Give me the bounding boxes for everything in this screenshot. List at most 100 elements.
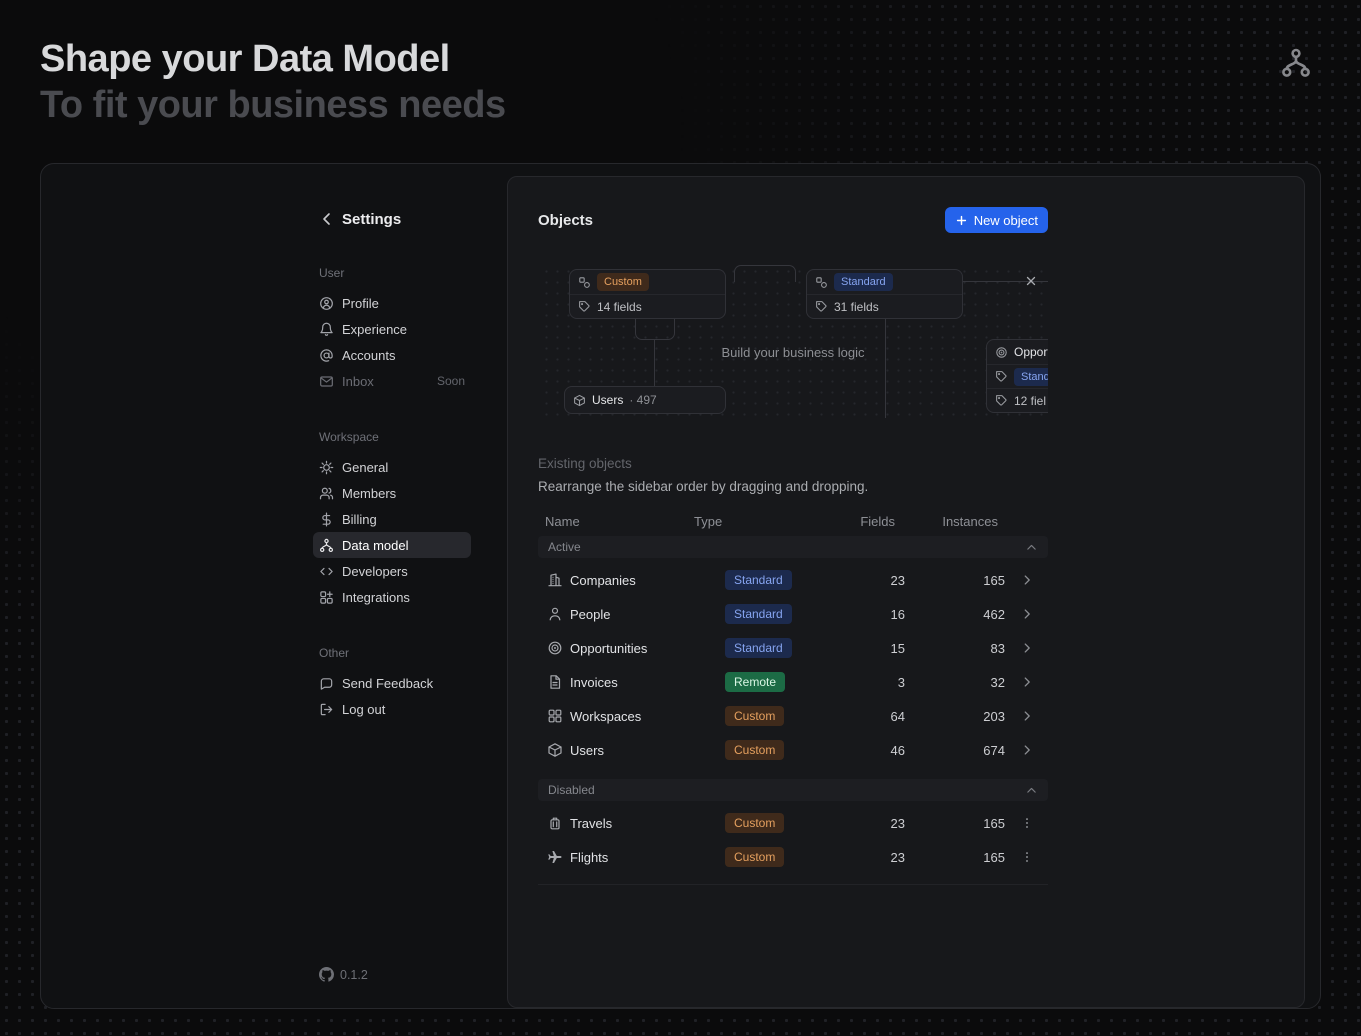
sidebar-item-accounts[interactable]: Accounts xyxy=(313,342,471,368)
shapes-icon xyxy=(578,276,591,289)
instances-value: 165 xyxy=(905,573,1005,588)
chevron-right-icon[interactable] xyxy=(1020,641,1034,655)
fields-value: 23 xyxy=(845,573,905,588)
canvas-node-standard[interactable]: Standard 31 fields xyxy=(806,269,963,319)
sidebar-item-label: Experience xyxy=(342,322,407,337)
soon-badge: Soon xyxy=(437,374,465,388)
page-headline: Shape your Data Model To fit your busine… xyxy=(40,36,506,128)
column-type: Type xyxy=(694,514,835,529)
fields-value: 3 xyxy=(845,675,905,690)
sidebar-item-members[interactable]: Members xyxy=(313,480,471,506)
object-name: Companies xyxy=(570,573,725,588)
sidebar-item-experience[interactable]: Experience xyxy=(313,316,471,342)
settings-sidebar: Settings User Profile Experience Account… xyxy=(313,208,471,722)
box-icon xyxy=(547,742,563,758)
sidebar-item-send-feedback[interactable]: Send Feedback xyxy=(313,670,471,696)
type-badge: Standard xyxy=(725,638,792,658)
hierarchy-icon xyxy=(319,538,334,553)
objects-panel: Objects New object xyxy=(507,176,1305,1008)
sidebar-item-label: Data model xyxy=(342,538,408,553)
settings-back-button[interactable]: Settings xyxy=(313,208,471,230)
column-instances: Instances xyxy=(895,514,998,529)
sidebar-item-label: Members xyxy=(342,486,396,501)
canvas-node-custom[interactable]: Custom 14 fields xyxy=(569,269,726,319)
node-label: Opportu xyxy=(1014,345,1048,359)
sidebar-item-billing[interactable]: Billing xyxy=(313,506,471,532)
mail-icon xyxy=(319,374,334,389)
instances-value: 83 xyxy=(905,641,1005,656)
sidebar-item-general[interactable]: General xyxy=(313,454,471,480)
sidebar-item-label: Send Feedback xyxy=(342,676,433,691)
fields-value: 64 xyxy=(845,709,905,724)
instances-value: 165 xyxy=(905,816,1005,831)
group-label: Disabled xyxy=(548,783,595,797)
sidebar-item-data-model[interactable]: Data model xyxy=(313,532,471,558)
canvas-caption: Build your business logic xyxy=(538,345,1048,360)
apps-icon xyxy=(319,590,334,605)
sidebar-item-profile[interactable]: Profile xyxy=(313,290,471,316)
chevron-right-icon[interactable] xyxy=(1020,709,1034,723)
existing-objects-subtitle: Rearrange the sidebar order by dragging … xyxy=(538,479,1048,494)
section-label-user: User xyxy=(319,266,471,280)
table-row-workspaces[interactable]: Workspaces Custom 64 203 xyxy=(538,699,1048,733)
sidebar-item-label: Profile xyxy=(342,296,379,311)
file-icon xyxy=(547,674,563,690)
table-bottom-divider xyxy=(538,884,1048,885)
settings-window: Settings User Profile Experience Account… xyxy=(40,163,1321,1009)
kebab-menu-icon[interactable] xyxy=(1020,816,1034,830)
table-row-flights[interactable]: Flights Custom 23 165 xyxy=(538,840,1048,874)
fields-count: 31 fields xyxy=(834,300,879,314)
table-row-travels[interactable]: Travels Custom 23 165 xyxy=(538,806,1048,840)
connector-line xyxy=(885,319,886,418)
sidebar-item-developers[interactable]: Developers xyxy=(313,558,471,584)
page-title: Objects xyxy=(538,212,593,229)
canvas-node-opportunities[interactable]: Opportu Stand 12 fiel xyxy=(986,339,1048,413)
chevron-right-icon[interactable] xyxy=(1020,607,1034,621)
tag-icon xyxy=(578,300,591,313)
group-header-active[interactable]: Active xyxy=(538,536,1048,558)
sidebar-item-label: Integrations xyxy=(342,590,410,605)
table-row-invoices[interactable]: Invoices Remote 3 32 xyxy=(538,665,1048,699)
app-version[interactable]: 0.1.2 xyxy=(319,967,368,982)
type-badge: Remote xyxy=(725,672,785,692)
type-badge: Custom xyxy=(725,847,784,867)
chevron-right-icon[interactable] xyxy=(1020,675,1034,689)
chevron-left-icon xyxy=(319,211,335,227)
object-name: People xyxy=(570,607,725,622)
new-object-label: New object xyxy=(974,213,1038,228)
table-row-people[interactable]: People Standard 16 462 xyxy=(538,597,1048,631)
instances-value: 32 xyxy=(905,675,1005,690)
table-row-opportunities[interactable]: Opportunities Standard 15 83 xyxy=(538,631,1048,665)
fields-value: 23 xyxy=(845,816,905,831)
instances-value: 462 xyxy=(905,607,1005,622)
sidebar-item-log-out[interactable]: Log out xyxy=(313,696,471,722)
close-icon[interactable] xyxy=(1024,274,1038,288)
shapes-icon xyxy=(815,276,828,289)
person-icon xyxy=(547,606,563,622)
code-icon xyxy=(319,564,334,579)
instances-value: 674 xyxy=(905,743,1005,758)
table-row-users[interactable]: Users Custom 46 674 xyxy=(538,733,1048,767)
bell-icon xyxy=(319,322,334,337)
sidebar-item-integrations[interactable]: Integrations xyxy=(313,584,471,610)
table-row-companies[interactable]: Companies Standard 23 165 xyxy=(538,563,1048,597)
headline-subtitle: To fit your business needs xyxy=(40,82,506,128)
kebab-menu-icon[interactable] xyxy=(1020,850,1034,864)
canvas-node-users[interactable]: Users · 497 xyxy=(564,386,726,414)
object-name: Invoices xyxy=(570,675,725,690)
target-icon xyxy=(995,346,1008,359)
table-header: Name Type Fields Instances xyxy=(538,510,1048,532)
node-label: Users xyxy=(592,393,623,407)
new-object-button[interactable]: New object xyxy=(945,207,1048,233)
currency-dollar-icon xyxy=(319,512,334,527)
plus-icon xyxy=(955,214,968,227)
chevron-right-icon[interactable] xyxy=(1020,573,1034,587)
grid-icon xyxy=(547,708,563,724)
sidebar-item-inbox[interactable]: Inbox Soon xyxy=(313,368,471,394)
data-model-canvas: Custom 14 fields Standard xyxy=(538,263,1048,418)
instances-value: 165 xyxy=(905,850,1005,865)
connector-line xyxy=(734,265,796,282)
chevron-right-icon[interactable] xyxy=(1020,743,1034,757)
message-icon xyxy=(319,676,334,691)
group-header-disabled[interactable]: Disabled xyxy=(538,779,1048,801)
